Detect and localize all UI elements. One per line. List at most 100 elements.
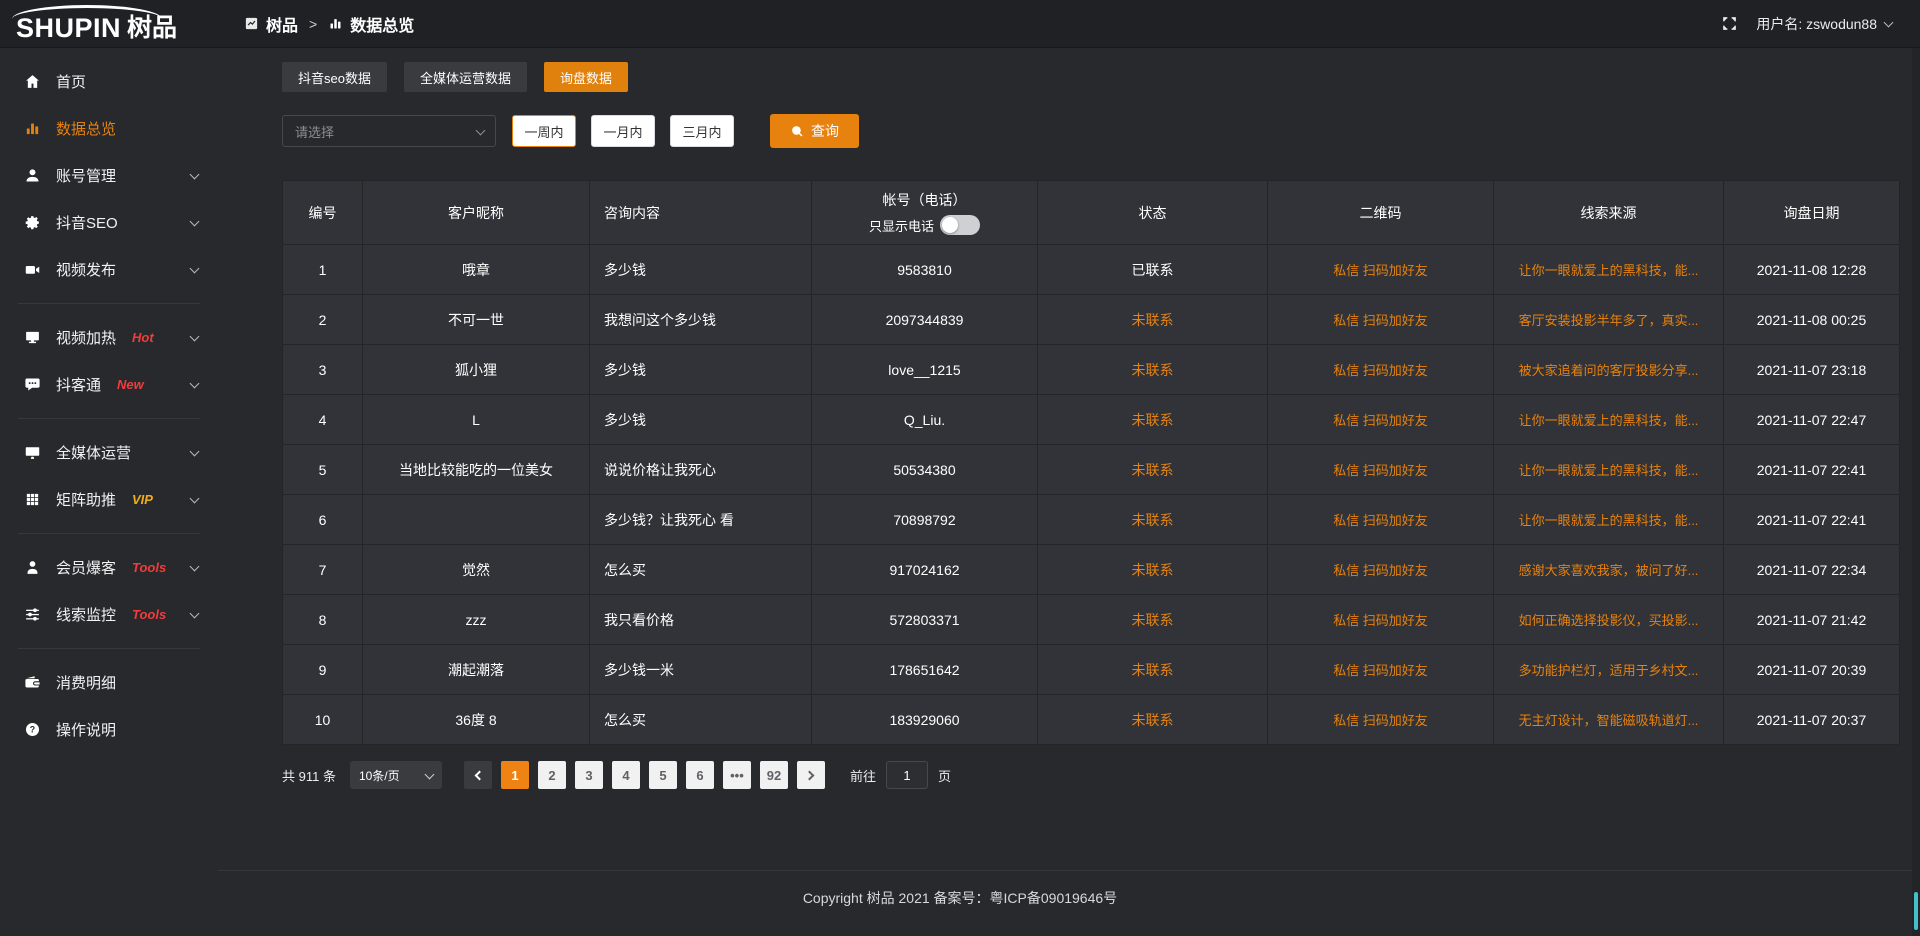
filter-select[interactable]: 请选择	[282, 115, 496, 147]
range-button-month[interactable]: 一月内	[591, 115, 655, 147]
column-header: 线索来源	[1494, 181, 1724, 245]
cell-nickname: 狐小狸	[363, 345, 590, 395]
tab-media-operation-data[interactable]: 全媒体运营数据	[404, 62, 527, 92]
table-header: 编号客户昵称咨询内容帐号（电话）只显示电话状态二维码线索来源询盘日期	[283, 181, 1900, 245]
user-menu[interactable]: 用户名: zswodun88	[1756, 14, 1892, 34]
tab-inquiry-data[interactable]: 询盘数据	[544, 62, 628, 92]
footer-copyright: Copyright 树品 2021 备案号：粤ICP备09019646号	[0, 888, 1920, 908]
sidebar-item-help[interactable]: ?操作说明	[0, 706, 218, 753]
qrcode-link[interactable]: 私信 扫码加好友	[1333, 513, 1428, 528]
sidebar-item-home[interactable]: 首页	[0, 58, 218, 105]
fullscreen-icon[interactable]	[1721, 15, 1738, 32]
breadcrumb-brand[interactable]: 树品	[266, 12, 298, 36]
sidebar-item-badge: New	[117, 377, 144, 392]
phone-only-toggle[interactable]	[940, 215, 980, 235]
sidebar-item-badge: Tools	[132, 607, 166, 622]
chevron-left-icon	[475, 770, 485, 780]
sidebar-item-member-baoke[interactable]: 会员爆客Tools	[0, 544, 218, 591]
source-link[interactable]: 客厅安装投影半年多了，真实...	[1519, 313, 1699, 328]
page-size-select[interactable]: 10条/页	[350, 761, 442, 789]
sidebar-item-data-overview[interactable]: 数据总览	[0, 105, 218, 152]
sidebar-item-badge: VIP	[132, 492, 153, 507]
pagination-total: 共 911 条	[282, 766, 336, 785]
qrcode-link[interactable]: 私信 扫码加好友	[1333, 563, 1428, 578]
scrollbar-thumb[interactable]	[1914, 892, 1918, 930]
chevron-down-icon	[190, 562, 200, 572]
sidebar-item-video-heat[interactable]: 视频加热Hot	[0, 314, 218, 361]
table-row: 7觉然怎么买917024162未联系私信 扫码加好友感谢大家喜欢我家，被问了好.…	[283, 545, 1900, 595]
sidebar-item-matrix-boost[interactable]: 矩阵助推VIP	[0, 476, 218, 523]
source-link[interactable]: 如何正确选择投影仪，买投影...	[1519, 613, 1699, 628]
next-page-button[interactable]	[797, 761, 825, 789]
source-link[interactable]: 感谢大家喜欢我家，被问了好...	[1519, 563, 1699, 578]
chart-icon	[24, 120, 41, 137]
table-row: 1哦章多少钱9583810已联系私信 扫码加好友让你一眼就爱上的黑科技，能...…	[283, 245, 1900, 295]
cell-account: 70898792	[812, 495, 1038, 545]
sidebar-item-account-manage[interactable]: 账号管理	[0, 152, 218, 199]
sidebar-item-label: 视频发布	[56, 259, 116, 280]
page-button-4[interactable]: 4	[612, 761, 640, 789]
qrcode-link[interactable]: 私信 扫码加好友	[1333, 613, 1428, 628]
page-button-6[interactable]: 6	[686, 761, 714, 789]
source-link[interactable]: 无主灯设计，智能磁吸轨道灯...	[1519, 713, 1699, 728]
cell-qrcode: 私信 扫码加好友	[1268, 445, 1494, 495]
sidebar-item-douyin-seo[interactable]: 抖音SEO	[0, 199, 218, 246]
qrcode-link[interactable]: 私信 扫码加好友	[1333, 413, 1428, 428]
home-icon	[24, 73, 41, 90]
chevron-down-icon	[476, 125, 486, 135]
footer-divider	[0, 870, 1920, 871]
goto-page-input[interactable]	[886, 761, 928, 789]
cell-qrcode: 私信 扫码加好友	[1268, 245, 1494, 295]
cell-status: 未联系	[1038, 395, 1268, 445]
goto-suffix: 页	[938, 766, 951, 785]
page-button-92[interactable]: 92	[760, 761, 788, 789]
range-button-quarter[interactable]: 三月内	[670, 115, 734, 147]
qrcode-link[interactable]: 私信 扫码加好友	[1333, 263, 1428, 278]
sidebar-item-video-publish[interactable]: 视频发布	[0, 246, 218, 293]
cell-content: 说说价格让我死心	[590, 445, 812, 495]
sidebar-item-clue-monitor[interactable]: 线索监控 Tools	[0, 591, 218, 638]
cell-account: 50534380	[812, 445, 1038, 495]
source-link[interactable]: 多功能护栏灯，适用于乡村文...	[1519, 663, 1699, 678]
sidebar-item-douketong[interactable]: 抖客通New	[0, 361, 218, 408]
cell-date: 2021-11-08 00:25	[1724, 295, 1900, 345]
page-button-3[interactable]: 3	[575, 761, 603, 789]
page-button-2[interactable]: 2	[538, 761, 566, 789]
tab-douyin-seo-data[interactable]: 抖音seo数据	[282, 62, 387, 92]
cell-id: 2	[283, 295, 363, 345]
column-header: 状态	[1038, 181, 1268, 245]
cell-account: 2097344839	[812, 295, 1038, 345]
page-button-5[interactable]: 5	[649, 761, 677, 789]
member-icon	[24, 559, 41, 576]
source-link[interactable]: 被大家追着问的客厅投影分享...	[1519, 363, 1699, 378]
page-button-1[interactable]: 1	[501, 761, 529, 789]
qrcode-link[interactable]: 私信 扫码加好友	[1333, 663, 1428, 678]
source-link[interactable]: 让你一眼就爱上的黑科技，能...	[1519, 463, 1699, 478]
prev-page-button[interactable]	[464, 761, 492, 789]
qrcode-link[interactable]: 私信 扫码加好友	[1333, 363, 1428, 378]
qrcode-link[interactable]: 私信 扫码加好友	[1333, 313, 1428, 328]
source-link[interactable]: 让你一眼就爱上的黑科技，能...	[1519, 413, 1699, 428]
cell-nickname: 不可一世	[363, 295, 590, 345]
source-link[interactable]: 让你一眼就爱上的黑科技，能...	[1519, 513, 1699, 528]
search-button[interactable]: 查询	[770, 114, 859, 148]
more-pages-button[interactable]: •••	[723, 761, 751, 789]
search-icon	[790, 124, 804, 138]
qrcode-link[interactable]: 私信 扫码加好友	[1333, 713, 1428, 728]
page-buttons: 123456 ••• 92	[501, 761, 797, 789]
sidebar-item-expense-detail[interactable]: 消费明细	[0, 659, 218, 706]
qrcode-link[interactable]: 私信 扫码加好友	[1333, 463, 1428, 478]
sliders-icon	[24, 606, 41, 623]
cell-nickname: zzz	[363, 595, 590, 645]
scrollbar[interactable]	[1912, 0, 1920, 936]
filter-bar: 请选择 一周内一月内三月内 查询	[282, 114, 1900, 148]
logo[interactable]: SHUPIN 树品	[0, 0, 218, 48]
cell-status: 未联系	[1038, 445, 1268, 495]
source-link[interactable]: 让你一眼就爱上的黑科技，能...	[1519, 263, 1699, 278]
cell-account: 183929060	[812, 695, 1038, 745]
breadcrumb-separator: >	[309, 16, 317, 32]
sidebar-item-media-operation[interactable]: 全媒体运营	[0, 429, 218, 476]
range-button-week[interactable]: 一周内	[512, 115, 576, 147]
cell-id: 5	[283, 445, 363, 495]
sidebar-item-label: 线索监控	[56, 604, 116, 625]
